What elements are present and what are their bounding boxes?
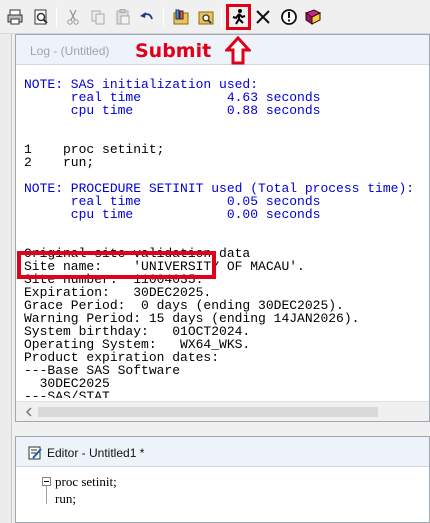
toolbar-separator <box>221 7 222 27</box>
code-fold-toggle[interactable] <box>42 477 51 486</box>
submit-highlight-box <box>226 4 251 30</box>
cut-icon[interactable] <box>62 6 84 28</box>
log-line: ---SAS/STAT <box>24 389 110 398</box>
code-fold-line <box>46 486 47 504</box>
scroll-left-icon[interactable] <box>24 406 34 418</box>
log-window-title: Log - (Untitled) <box>30 44 110 58</box>
log-line: 2 run; <box>24 155 95 170</box>
paste-icon[interactable] <box>112 6 134 28</box>
editor-document-icon <box>28 446 42 460</box>
horizontal-scrollbar[interactable] <box>16 401 429 421</box>
submit-annotation-label: Submit <box>135 40 212 62</box>
editor-window: Editor - Untitled1 * proc setinit; run; <box>15 436 430 523</box>
scrollbar-thumb[interactable] <box>38 407 378 417</box>
new-library-icon[interactable] <box>170 6 192 28</box>
toolbar <box>0 0 430 34</box>
log-content[interactable]: NOTE: SAS initialization used: real time… <box>24 78 429 398</box>
expiration-highlight-box <box>17 251 216 279</box>
left-panel-strip <box>0 34 12 523</box>
print-icon[interactable] <box>4 6 26 28</box>
log-titlebar: Log - (Untitled) <box>16 35 429 65</box>
break-icon[interactable] <box>278 6 300 28</box>
help-book-icon[interactable] <box>302 6 324 28</box>
log-window: Log - (Untitled) NOTE: SAS initializatio… <box>15 34 430 422</box>
log-line: cpu time 0.88 seconds <box>24 103 321 118</box>
editor-code-line[interactable]: proc setinit; <box>55 474 117 490</box>
clear-x-icon[interactable] <box>252 6 274 28</box>
up-arrow-icon <box>225 36 251 65</box>
editor-code-line[interactable]: run; <box>55 491 76 507</box>
copy-icon[interactable] <box>87 6 109 28</box>
editor-window-title: Editor - Untitled1 * <box>47 446 145 460</box>
open-explorer-icon[interactable] <box>195 6 217 28</box>
log-line: cpu time 0.00 seconds <box>24 207 321 222</box>
print-preview-icon[interactable] <box>30 6 52 28</box>
editor-titlebar: Editor - Untitled1 * <box>16 437 429 467</box>
undo-icon[interactable] <box>136 6 158 28</box>
toolbar-separator <box>56 7 57 27</box>
toolbar-separator <box>163 7 164 27</box>
